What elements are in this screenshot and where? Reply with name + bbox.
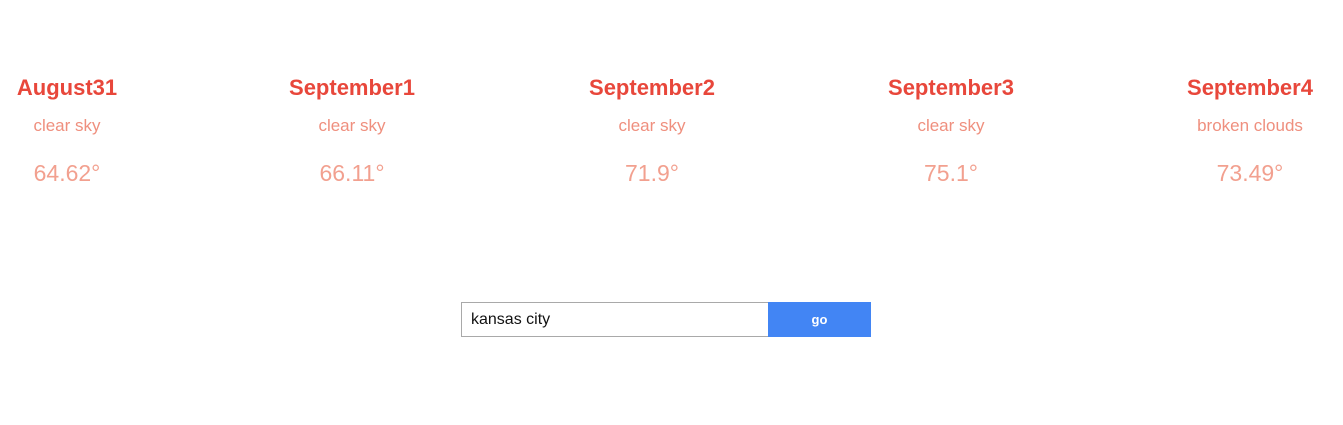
forecast-date: September4 xyxy=(1187,75,1313,100)
forecast-description: clear sky xyxy=(618,116,686,135)
forecast-temperature: 75.1° xyxy=(924,160,978,186)
forecast-date: September3 xyxy=(888,75,1014,100)
forecast-temperature: 66.11° xyxy=(319,160,385,186)
forecast-date: September2 xyxy=(589,75,715,100)
forecast-day: September4 broken clouds 73.49° xyxy=(1150,73,1343,187)
forecast-date: September1 xyxy=(289,75,415,100)
forecast-date: August31 xyxy=(16,75,118,100)
forecast-temperature: 71.9° xyxy=(625,160,679,186)
city-search-input[interactable] xyxy=(461,302,768,337)
forecast-day: September1 clear sky 66.11° xyxy=(252,73,452,187)
forecast-row: August31 clear sky 64.62° September1 cle… xyxy=(0,0,1343,260)
city-search-form: go xyxy=(461,302,871,337)
forecast-description: clear sky xyxy=(33,116,101,135)
forecast-description: clear sky xyxy=(318,116,386,135)
forecast-day: September2 clear sky 71.9° xyxy=(552,73,752,187)
forecast-description: broken clouds xyxy=(1197,116,1303,135)
forecast-temperature: 73.49° xyxy=(1216,160,1284,186)
forecast-day: September3 clear sky 75.1° xyxy=(851,73,1051,187)
forecast-description: clear sky xyxy=(917,116,985,135)
go-button[interactable]: go xyxy=(768,302,871,337)
forecast-day: August31 clear sky 64.62° xyxy=(0,73,167,187)
forecast-temperature: 64.62° xyxy=(33,160,101,186)
